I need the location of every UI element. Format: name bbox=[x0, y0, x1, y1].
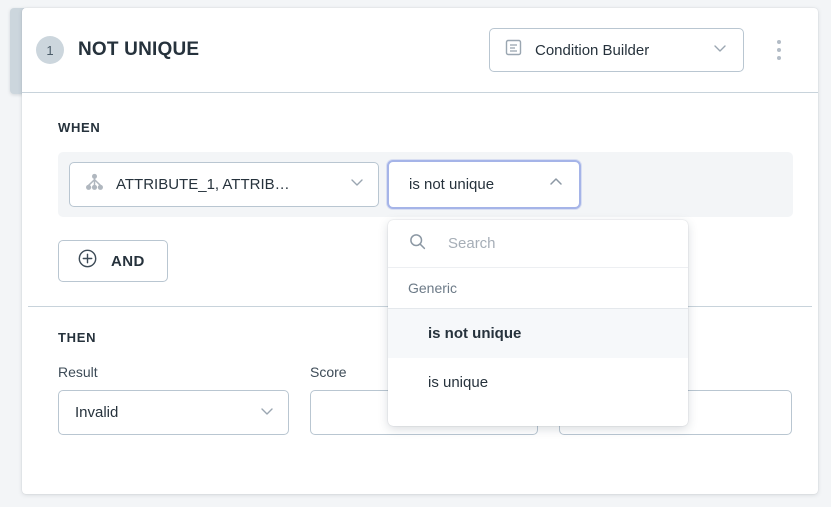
operator-dropdown-panel: Generic is not unique is unique bbox=[388, 220, 688, 426]
rule-card-header: 1 NOT UNIQUE Condition Builder bbox=[22, 8, 818, 93]
chevron-up-icon bbox=[547, 173, 565, 196]
operator-search-row bbox=[388, 220, 688, 268]
kebab-dot bbox=[777, 40, 781, 44]
when-section: WHEN ATTRIBUTE_1, ATTRIB… bbox=[22, 93, 818, 217]
chevron-down-icon bbox=[711, 39, 729, 62]
condition-builder-select[interactable]: Condition Builder bbox=[489, 28, 744, 72]
chevron-down-icon bbox=[258, 402, 276, 424]
result-label: Result bbox=[58, 364, 289, 380]
header-actions: Condition Builder bbox=[489, 28, 796, 72]
operator-option-is-not-unique[interactable]: is not unique bbox=[388, 309, 688, 358]
kebab-dot bbox=[777, 56, 781, 60]
hierarchy-icon bbox=[84, 172, 105, 198]
kebab-dot bbox=[777, 48, 781, 52]
step-number-text: 1 bbox=[46, 43, 53, 58]
dropdown-footer-spacer bbox=[388, 407, 688, 426]
when-label: WHEN bbox=[58, 120, 818, 135]
operator-group-label: Generic bbox=[388, 268, 688, 309]
operator-select[interactable]: is not unique bbox=[387, 160, 581, 209]
plus-circle-icon bbox=[77, 248, 98, 274]
attribute-select-value: ATTRIBUTE_1, ATTRIB… bbox=[116, 176, 290, 193]
page-title: NOT UNIQUE bbox=[78, 39, 199, 61]
and-button-label: AND bbox=[111, 253, 145, 270]
search-icon bbox=[408, 232, 427, 256]
result-select[interactable]: Invalid bbox=[58, 390, 289, 435]
add-and-condition-button[interactable]: AND bbox=[58, 240, 168, 282]
more-vertical-icon[interactable] bbox=[762, 30, 796, 70]
attribute-select[interactable]: ATTRIBUTE_1, ATTRIB… bbox=[69, 162, 379, 207]
operator-search-input[interactable] bbox=[448, 235, 663, 252]
operator-select-value: is not unique bbox=[409, 176, 494, 193]
chevron-down-icon bbox=[348, 173, 366, 196]
condition-row: ATTRIBUTE_1, ATTRIB… is not unique bbox=[58, 152, 793, 217]
condition-builder-label: Condition Builder bbox=[535, 42, 649, 59]
result-field-group: Result Invalid bbox=[58, 364, 289, 435]
rule-card: 1 NOT UNIQUE Condition Builder bbox=[22, 8, 818, 494]
step-number-badge: 1 bbox=[36, 36, 64, 64]
result-select-value: Invalid bbox=[75, 404, 118, 421]
operator-option-is-unique[interactable]: is unique bbox=[388, 358, 688, 407]
document-list-icon bbox=[504, 38, 523, 62]
